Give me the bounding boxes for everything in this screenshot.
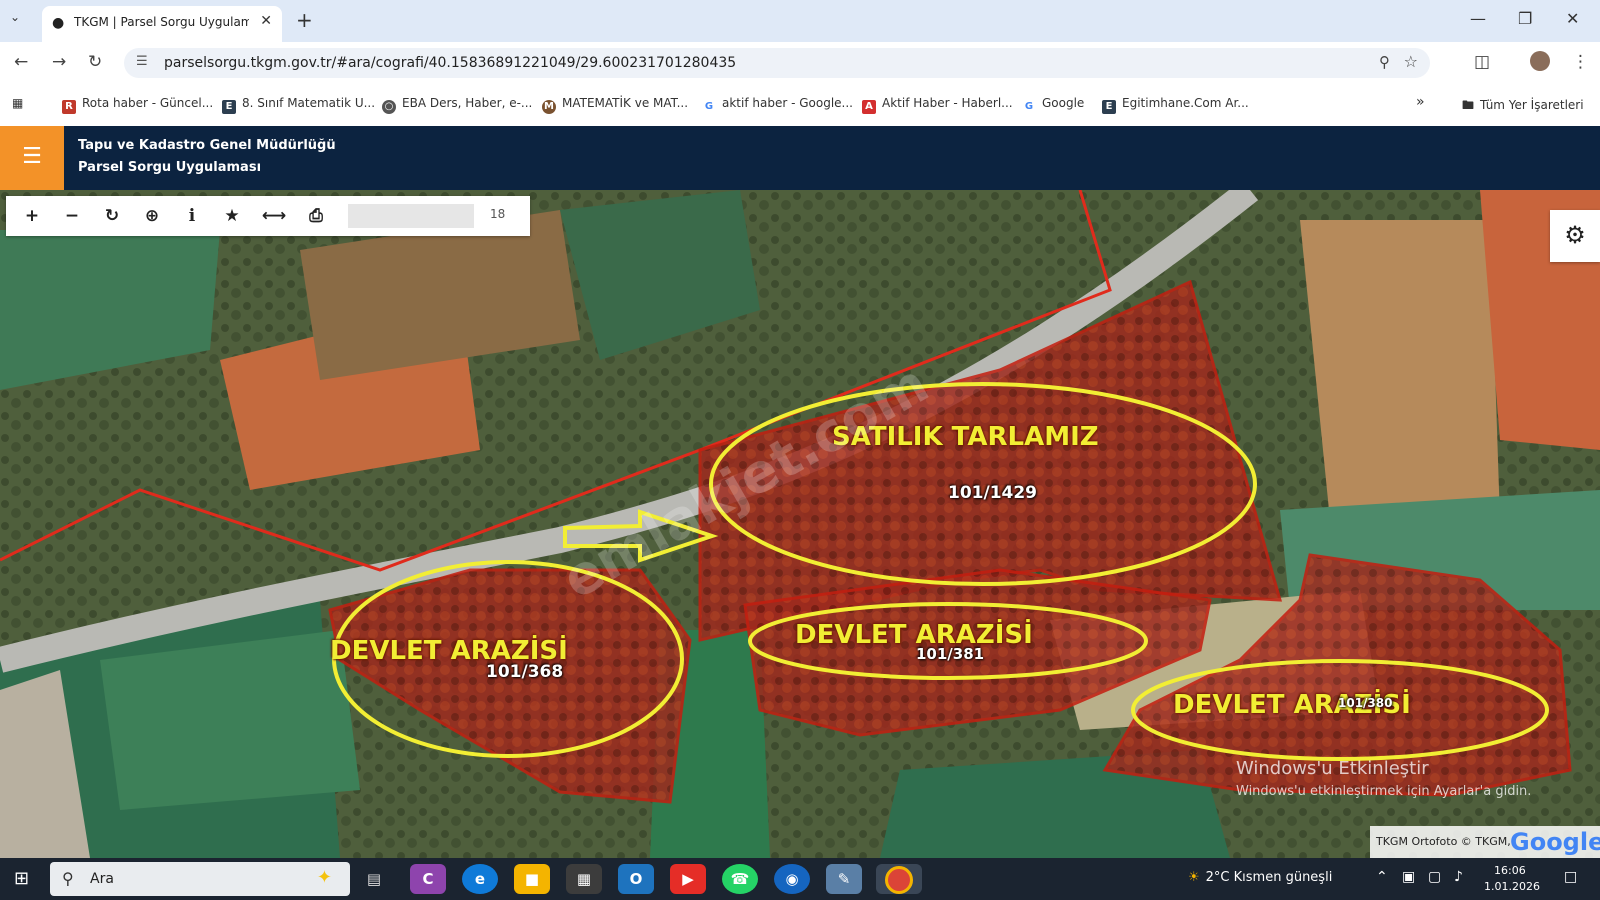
volume-icon[interactable]: ♪ bbox=[1454, 869, 1463, 885]
bookmark-item[interactable]: R Rota haber - Güncel... bbox=[62, 96, 213, 114]
zoom-in-button[interactable]: + bbox=[12, 196, 52, 236]
bookmark-item[interactable]: E Egitimhane.Com Ar... bbox=[1102, 96, 1249, 114]
task-view-icon[interactable]: ▤ bbox=[356, 864, 392, 894]
profile-avatar[interactable] bbox=[1530, 51, 1550, 71]
url-text[interactable]: parselsorgu.tkgm.gov.tr/#ara/cografi/40.… bbox=[164, 55, 736, 71]
folder-icon: 🖿 bbox=[1462, 98, 1475, 112]
more-menu-icon[interactable]: ⋮ bbox=[1572, 52, 1589, 72]
measure-icon[interactable]: ⟷ bbox=[254, 196, 294, 236]
bookmark-star-icon[interactable]: ☆ bbox=[1404, 52, 1418, 71]
extensions-icon[interactable]: ◫ bbox=[1474, 52, 1490, 72]
search-icon: ⚲ bbox=[62, 869, 74, 888]
apps-grid-icon[interactable]: ▦ bbox=[12, 96, 23, 110]
math-icon: M bbox=[542, 100, 556, 114]
windows-start-icon[interactable]: ⊞ bbox=[14, 868, 29, 889]
map-view[interactable]: SATILIK TARLAMIZ 101/1429 DEVLET ARAZİSİ… bbox=[0, 190, 1600, 858]
drop-icon[interactable]: ◉ bbox=[774, 864, 810, 894]
back-button[interactable]: ← bbox=[14, 52, 28, 72]
paint-icon[interactable]: ✎ bbox=[826, 864, 862, 894]
gear-icon[interactable]: ⚙ bbox=[1550, 210, 1600, 262]
refresh-icon[interactable]: ↻ bbox=[92, 196, 132, 236]
attribution-text: TKGM Ortofoto © TKGM, bbox=[1376, 835, 1511, 848]
windows-taskbar: ⊞ ⚲ Ara ✦ ▤ C e ■ ▦ O ▶ ☎ ◉ ✎ ☀ 2°C Kısme… bbox=[0, 858, 1600, 900]
store-icon[interactable]: ▦ bbox=[566, 864, 602, 894]
network-icon[interactable]: ▣ bbox=[1402, 869, 1415, 885]
address-toolbar: ← → ↻ ☰ parselsorgu.tkgm.gov.tr/#ara/cog… bbox=[0, 42, 1600, 84]
bookmarks-overflow-button[interactable]: » bbox=[1416, 94, 1425, 110]
parcel-number-main[interactable]: 101/1429 bbox=[948, 483, 1037, 503]
state-land-label-middle: DEVLET ARAZİSİ bbox=[795, 620, 1033, 650]
all-bookmarks-folder[interactable]: 🖿 Tüm Yer İşaretleri bbox=[1462, 96, 1584, 117]
aktif-icon: A bbox=[862, 100, 876, 114]
forward-button[interactable]: → bbox=[52, 52, 66, 72]
browser-tab-bar: ⌄ ● TKGM | Parsel Sorgu Uygulaması ✕ + —… bbox=[0, 0, 1600, 42]
zoom-icon[interactable]: ⚲ bbox=[1379, 53, 1390, 71]
google-logo: Google bbox=[1510, 828, 1600, 856]
chrome-icon[interactable] bbox=[876, 864, 922, 894]
app-name: Parsel Sorgu Uygulaması bbox=[78, 160, 262, 175]
bookmarks-bar: ▦ R Rota haber - Güncel... E 8. Sınıf Mate… bbox=[0, 84, 1600, 127]
sparkle-icon: ✦ bbox=[316, 867, 332, 888]
clock-date[interactable]: 1.01.2026 bbox=[1484, 880, 1540, 893]
file-explorer-icon[interactable]: ■ bbox=[514, 864, 550, 894]
bookmark-item[interactable]: E 8. Sınıf Matematik U... bbox=[222, 96, 375, 114]
weather-widget[interactable]: ☀ 2°C Kısmen güneşli bbox=[1188, 870, 1332, 885]
browser-tab-active[interactable]: ● TKGM | Parsel Sorgu Uygulaması ✕ bbox=[42, 6, 282, 42]
clock-time[interactable]: 16:06 bbox=[1494, 864, 1526, 877]
address-bar[interactable]: ☰ parselsorgu.tkgm.gov.tr/#ara/cografi/4… bbox=[124, 48, 1430, 78]
edge-icon[interactable]: e bbox=[462, 864, 498, 894]
restore-button[interactable]: ❐ bbox=[1518, 9, 1532, 28]
bookmark-item[interactable]: Gaktif haber - Google... bbox=[702, 96, 853, 114]
info-icon[interactable]: i bbox=[172, 196, 212, 236]
bookmark-item[interactable]: G Google bbox=[1022, 96, 1084, 114]
globe-icon: ○ bbox=[382, 100, 396, 114]
favorite-star-icon[interactable]: ★ bbox=[212, 196, 252, 236]
notifications-icon[interactable]: □ bbox=[1564, 869, 1577, 885]
zoom-level: 18 bbox=[490, 207, 506, 221]
e-icon: E bbox=[222, 100, 236, 114]
google-icon: G bbox=[1024, 101, 1034, 112]
windows-activation-subtitle: Windows'u etkinleştirmek için Ayarlar'a … bbox=[1236, 784, 1532, 799]
bookmark-item[interactable]: M MATEMATİK ve MAT... bbox=[542, 96, 688, 114]
bookmark-item[interactable]: A Aktif Haber - Haberl... bbox=[862, 96, 1013, 114]
parcel-number-middle[interactable]: 101/381 bbox=[916, 645, 984, 663]
taskbar-search[interactable]: ⚲ Ara ✦ bbox=[50, 862, 350, 896]
locate-crosshair-icon[interactable]: ⊕ bbox=[132, 196, 172, 236]
tab-close-icon[interactable]: ✕ bbox=[260, 13, 272, 29]
copilot-icon[interactable]: C bbox=[410, 864, 446, 894]
org-name: Tapu ve Kadastro Genel Müdürlüğü bbox=[78, 138, 336, 153]
minimize-button[interactable]: — bbox=[1470, 9, 1486, 28]
e-icon: E bbox=[1102, 100, 1116, 114]
tab-list-chevron-icon[interactable]: ⌄ bbox=[10, 10, 20, 24]
app-header: ☰ Tapu ve Kadastro Genel Müdürlüğü Parse… bbox=[0, 126, 1600, 190]
weather-icon: ☀ bbox=[1188, 870, 1200, 885]
map-toolbar: + − ↻ ⊕ i ★ ⟷ ⎙ 18 bbox=[6, 196, 530, 236]
new-tab-button[interactable]: + bbox=[296, 8, 313, 32]
reload-button[interactable]: ↻ bbox=[88, 52, 102, 72]
outlook-icon[interactable]: O bbox=[618, 864, 654, 894]
monitor-icon[interactable]: ▢ bbox=[1428, 869, 1441, 885]
site-settings-icon[interactable]: ☰ bbox=[136, 54, 148, 69]
rh-icon: R bbox=[62, 100, 76, 114]
parcel-number-right[interactable]: 101/380 bbox=[1338, 696, 1392, 710]
tray-chevron-icon[interactable]: ⌃ bbox=[1376, 869, 1388, 885]
whatsapp-icon[interactable]: ☎ bbox=[722, 864, 758, 894]
close-window-button[interactable]: ✕ bbox=[1566, 9, 1579, 28]
scale-input[interactable] bbox=[348, 204, 474, 228]
hamburger-menu-button[interactable]: ☰ bbox=[0, 126, 64, 190]
youtube-icon[interactable]: ▶ bbox=[670, 864, 706, 894]
google-icon: G bbox=[704, 101, 714, 112]
location-pin-icon: ● bbox=[52, 15, 65, 31]
parcel-number-left[interactable]: 101/368 bbox=[486, 662, 563, 682]
bookmark-item[interactable]: ○ EBA Ders, Haber, e-... bbox=[382, 96, 532, 114]
windows-activation-title: Windows'u Etkinleştir bbox=[1236, 758, 1429, 779]
tab-title: TKGM | Parsel Sorgu Uygulaması bbox=[74, 15, 249, 29]
zoom-out-button[interactable]: − bbox=[52, 196, 92, 236]
print-icon[interactable]: ⎙ bbox=[296, 196, 336, 236]
search-placeholder: Ara bbox=[90, 871, 114, 887]
map-attribution: TKGM Ortofoto © TKGM, Google bbox=[1370, 826, 1600, 858]
